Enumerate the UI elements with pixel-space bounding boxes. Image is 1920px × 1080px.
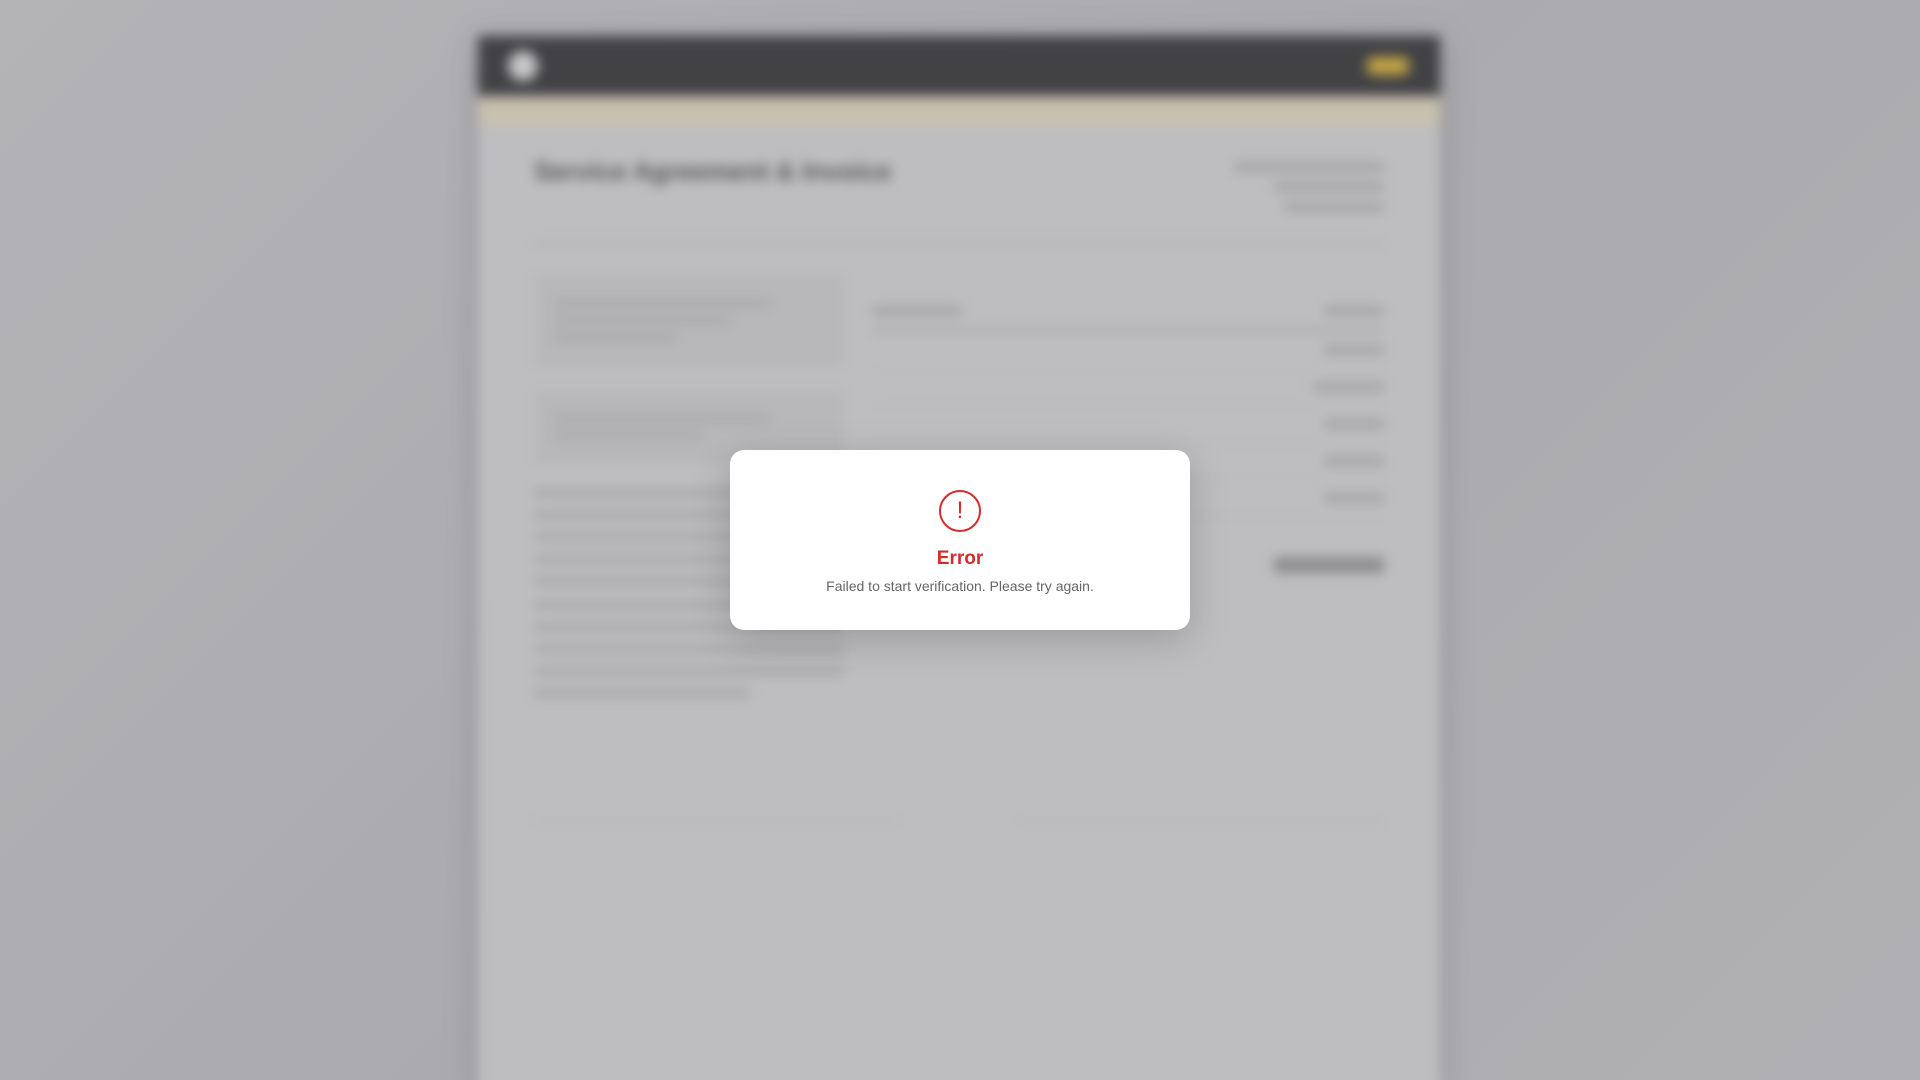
error-dialog: ! Error Failed to start verification. Pl… (730, 450, 1190, 630)
error-alert-icon: ! (939, 490, 981, 532)
error-alert-glyph: ! (956, 497, 964, 524)
error-message: Failed to start verification. Please try… (826, 578, 1094, 594)
error-title: Error (936, 548, 984, 569)
